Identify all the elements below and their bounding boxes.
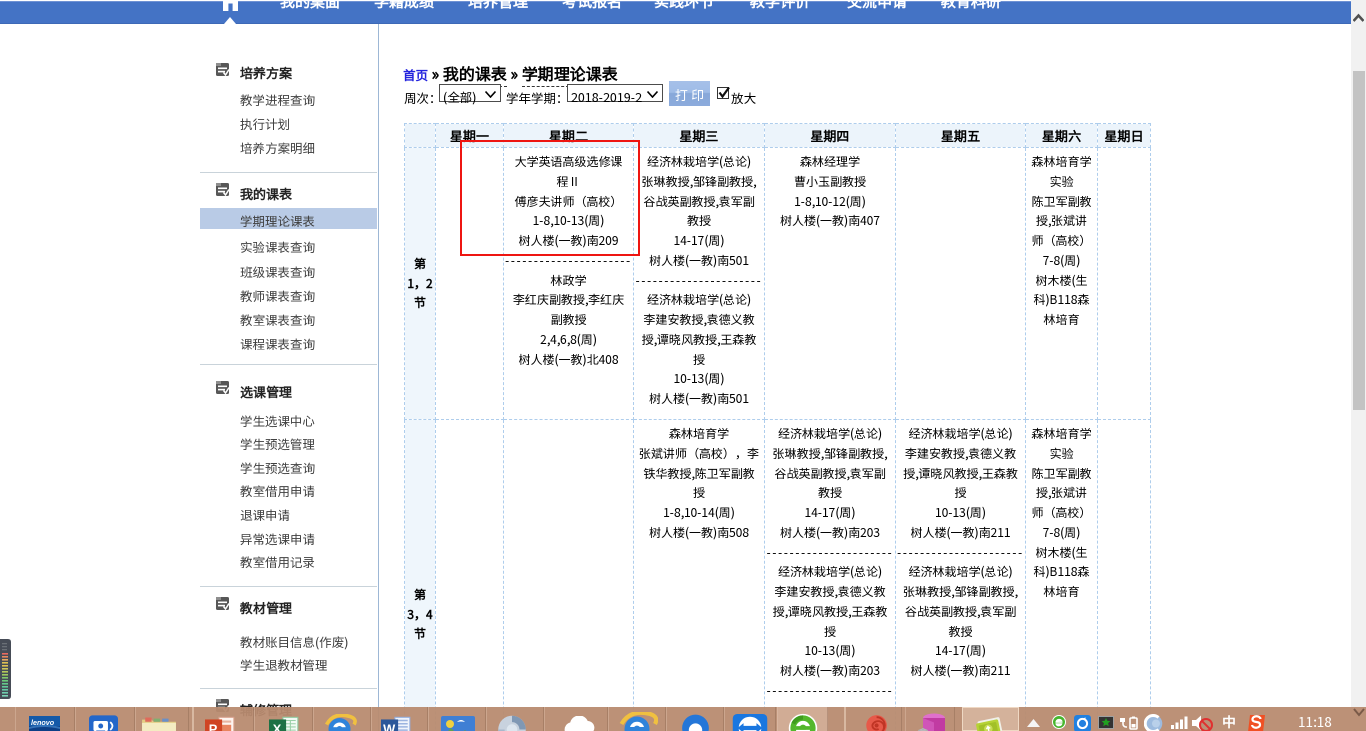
svg-text:P: P (209, 721, 218, 731)
svg-text:X: X (273, 721, 282, 731)
svg-text:W: W (383, 721, 396, 731)
